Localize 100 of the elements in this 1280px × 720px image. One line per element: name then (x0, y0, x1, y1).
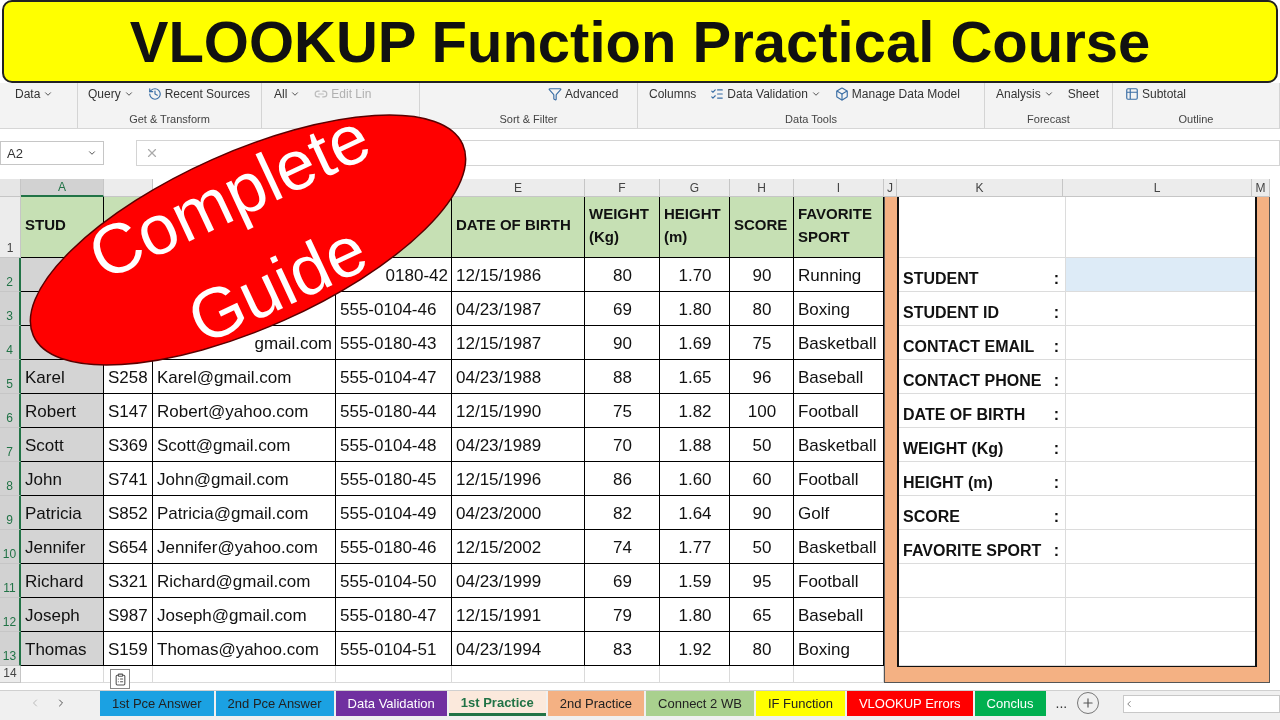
table-cell: 50 (730, 428, 794, 462)
clock-icon (147, 87, 162, 101)
row-header[interactable]: 9 (0, 496, 21, 530)
ribbon-button[interactable]: Analysis (996, 87, 1054, 101)
table-cell: 04/23/1994 (452, 632, 585, 666)
table-cell: S654 (104, 530, 153, 564)
column-header[interactable] (104, 179, 153, 197)
row-header[interactable]: 13 (0, 632, 21, 666)
table-cell: 555-0104-47 (336, 360, 452, 394)
ribbon-button[interactable]: Data Validation (710, 87, 821, 101)
row-header[interactable]: 5 (0, 360, 21, 394)
row-header[interactable]: 8 (0, 462, 21, 496)
column-header[interactable]: A (21, 179, 104, 197)
table-cell: Basketball (794, 530, 884, 564)
table-cell: Running (794, 258, 884, 292)
table-cell: Robert@yahoo.com (153, 394, 336, 428)
table-cell: 82 (585, 496, 660, 530)
table-cell: 90 (585, 326, 660, 360)
table-cell: Jennifer@yahoo.com (153, 530, 336, 564)
table-cell: John (21, 462, 104, 496)
row-header[interactable]: 3 (0, 292, 21, 326)
caret-icon (290, 89, 301, 99)
table-cell: Robert (21, 394, 104, 428)
table-cell: Richard (21, 564, 104, 598)
row-header[interactable]: 14 (0, 666, 21, 683)
table-cell: 80 (585, 258, 660, 292)
column-header[interactable]: H (730, 179, 794, 197)
row-header[interactable]: 4 (0, 326, 21, 360)
ribbon-button[interactable]: Subtotal (1125, 87, 1187, 101)
table-cell: 50 (730, 530, 794, 564)
sheet-tab[interactable]: 1st Pce Answer (100, 691, 214, 716)
table-cell: 69 (585, 292, 660, 326)
table-cell: S159 (104, 632, 153, 666)
column-header[interactable]: M (1252, 179, 1270, 197)
table-cell: 1.64 (660, 496, 730, 530)
horizontal-scrollbar[interactable] (1123, 695, 1280, 713)
select-all-corner[interactable] (0, 179, 21, 197)
table-cell: 79 (585, 598, 660, 632)
table-cell: S147 (104, 394, 153, 428)
column-header[interactable]: L (1063, 179, 1252, 197)
column-header[interactable]: F (585, 179, 660, 197)
sheet-tab[interactable]: Data Validation (335, 691, 447, 716)
row-header[interactable]: 2 (0, 258, 21, 292)
table-cell: 12/15/1990 (452, 394, 585, 428)
sheet-tab[interactable]: Connect 2 WB (646, 691, 754, 716)
table-cell: 12/15/1996 (452, 462, 585, 496)
sheet-tab[interactable]: 2nd Pce Answer (215, 691, 334, 716)
table-cell: 1.70 (660, 258, 730, 292)
table-cell: 100 (730, 394, 794, 428)
table-cell: S741 (104, 462, 153, 496)
lookup-label: CONTACT PHONE (903, 372, 1042, 390)
table-cell: 90 (730, 258, 794, 292)
sheet-tab[interactable]: IF Function (755, 691, 845, 716)
row-header[interactable]: 6 (0, 394, 21, 428)
table-cell: 60 (730, 462, 794, 496)
row-header[interactable]: 11 (0, 564, 21, 598)
lookup-label: STUDENT ID (903, 304, 999, 322)
sheet-tab[interactable]: 1st Practice (448, 691, 546, 716)
table-cell: 12/15/1986 (452, 258, 585, 292)
row-header[interactable]: 1 (0, 197, 21, 258)
ribbon-button[interactable]: Columns (649, 87, 697, 101)
column-header[interactable]: K (897, 179, 1063, 197)
more-tabs[interactable]: ... (1055, 695, 1068, 711)
table-cell: Baseball (794, 360, 884, 394)
table-cell: Baseball (794, 598, 884, 632)
table-cell: 04/23/1999 (452, 564, 585, 598)
column-header[interactable]: J (884, 179, 897, 197)
sheet-tab[interactable]: VLOOKUP Errors (846, 691, 973, 716)
header-cell: DATE OF BIRTH (452, 197, 585, 258)
column-header[interactable]: I (794, 179, 884, 197)
column-header[interactable]: G (660, 179, 730, 197)
caret-icon (123, 89, 134, 99)
ribbon-button[interactable]: Advanced (548, 87, 619, 101)
lookup-label: HEIGHT (m) (903, 474, 993, 492)
column-header[interactable]: E (452, 179, 585, 197)
table-cell: Football (794, 394, 884, 428)
caret-icon (810, 89, 821, 99)
ribbon-button[interactable]: Sheet (1067, 87, 1100, 101)
table-cell: Football (794, 462, 884, 496)
row-header[interactable]: 12 (0, 598, 21, 632)
table-cell: Scott (21, 428, 104, 462)
row-header[interactable]: 10 (0, 530, 21, 564)
paste-options-icon[interactable] (110, 669, 130, 689)
table-cell: 80 (730, 292, 794, 326)
table-cell: 74 (585, 530, 660, 564)
table-cell: 1.80 (660, 292, 730, 326)
header-cell: SCORE (730, 197, 794, 258)
lookup-label: DATE OF BIRTH (903, 406, 1026, 424)
table-cell: 555-0104-49 (336, 496, 452, 530)
colon-separator: : (1053, 304, 1059, 322)
sheet-tab[interactable]: 2nd Practice (547, 691, 645, 716)
lookup-value-cell[interactable] (1066, 258, 1255, 292)
table-cell (660, 666, 730, 683)
table-cell: 555-0180-44 (336, 394, 452, 428)
ribbon-button[interactable]: Manage Data Model (834, 87, 960, 101)
name-box[interactable]: A2 (0, 141, 104, 165)
table-cell: 555-0180-46 (336, 530, 452, 564)
table-cell: Scott@gmail.com (153, 428, 336, 462)
table-cell: 1.77 (660, 530, 730, 564)
row-header[interactable]: 7 (0, 428, 21, 462)
